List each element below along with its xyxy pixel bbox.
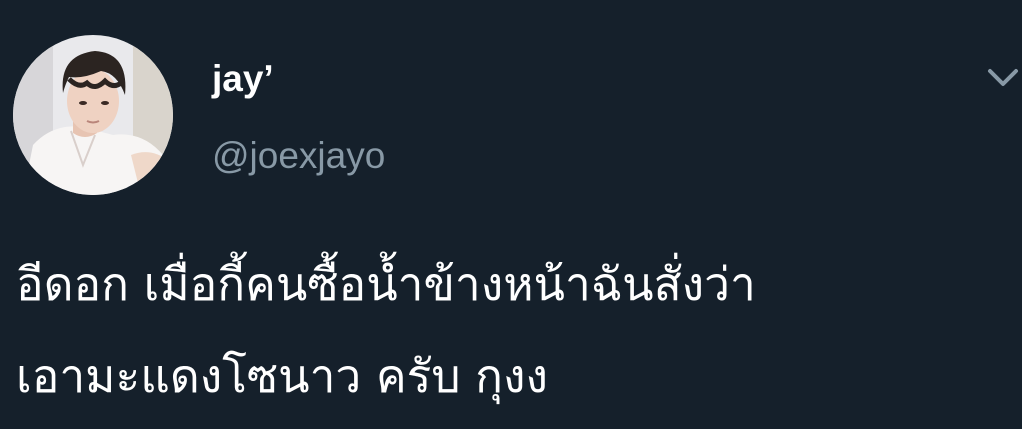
chevron-down-glyph (988, 69, 1018, 86)
tweet-text-line-2: เอามะแดงโซนาว ครับ กุงง (16, 349, 548, 403)
user-avatar[interactable] (13, 35, 173, 195)
chevron-down-icon[interactable] (984, 62, 1022, 96)
avatar-photo (13, 35, 173, 195)
user-handle[interactable]: @joexjayo (212, 134, 385, 178)
display-name[interactable]: jay’ (212, 57, 274, 101)
tweet-text: อีดอก เมื่อกี้คนซื้อน้ำข้างหน้าฉันสั่งว่… (16, 238, 1016, 422)
tweet-card: jay’ @joexjayo อีดอก เมื่อกี้คนซื้อน้ำข้… (0, 0, 1022, 429)
tweet-text-line-1: อีดอก เมื่อกี้คนซื้อน้ำข้างหน้าฉันสั่งว่… (16, 257, 756, 311)
